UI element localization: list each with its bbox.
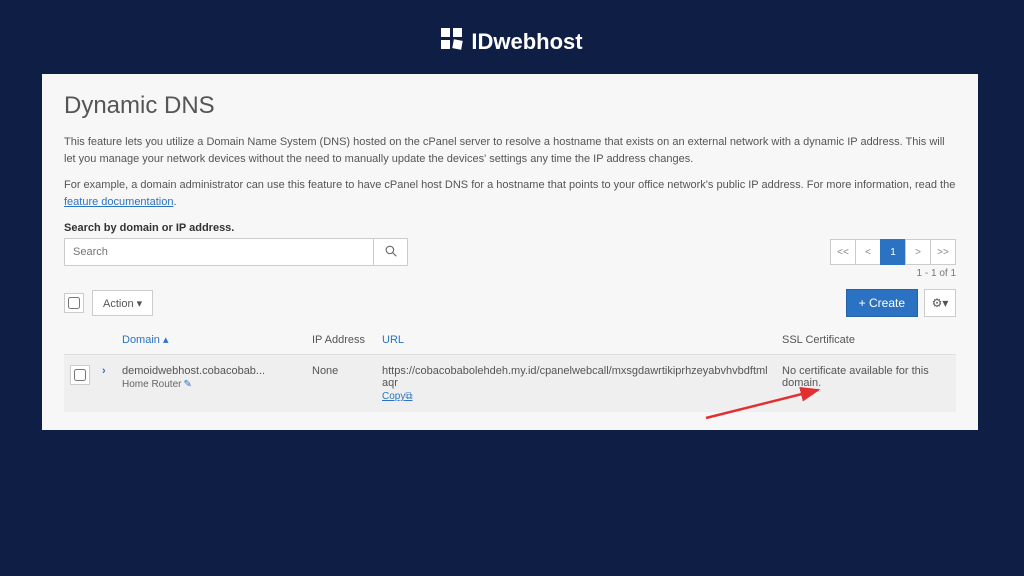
- ssl-column-header: SSL Certificate: [776, 325, 956, 355]
- ip-column-header: IP Address: [306, 325, 376, 355]
- search-input[interactable]: [64, 238, 374, 266]
- url-value: https://cobacobabolehdeh.my.id/cpanelweb…: [382, 365, 770, 389]
- search-button[interactable]: [374, 238, 408, 266]
- dns-table: Domain ▴ IP Address URL SSL Certificate …: [64, 325, 956, 412]
- page-prev-button[interactable]: <: [855, 239, 881, 265]
- domain-name: demoidwebhost.cobacobab...: [122, 365, 300, 377]
- page-first-button[interactable]: <<: [830, 239, 856, 265]
- content-panel: Dynamic DNS This feature lets you utiliz…: [42, 74, 978, 430]
- expand-row-icon[interactable]: ›: [102, 365, 110, 377]
- ip-cell: None: [306, 355, 376, 413]
- page-1-button[interactable]: 1: [880, 239, 906, 265]
- desc2-text-b: .: [173, 196, 176, 208]
- create-button[interactable]: + Create: [846, 289, 918, 317]
- brand-name: IDwebhost: [471, 29, 582, 54]
- edit-icon[interactable]: ✎: [183, 379, 191, 390]
- feature-description-2: For example, a domain administrator can …: [64, 177, 956, 210]
- page-last-button[interactable]: >>: [930, 239, 956, 265]
- copy-label: Copy: [382, 391, 405, 402]
- subdomain-text: Home Router: [122, 379, 181, 390]
- search-label: Search by domain or IP address.: [64, 222, 956, 234]
- action-dropdown-button[interactable]: Action ▾: [92, 290, 153, 316]
- subdomain-label: Home Router✎: [122, 379, 300, 390]
- row-checkbox[interactable]: [70, 365, 90, 385]
- domain-column-header[interactable]: Domain ▴: [122, 334, 168, 346]
- table-row: › demoidwebhost.cobacobab... Home Router…: [64, 355, 956, 413]
- search-group: [64, 238, 408, 266]
- copy-url-link[interactable]: Copy⧉: [382, 391, 413, 402]
- brand-logo-icon: [441, 28, 463, 56]
- url-column-header: URL: [382, 334, 404, 346]
- page-title: Dynamic DNS: [64, 92, 956, 120]
- pagination: << < 1 > >>: [831, 239, 956, 265]
- copy-icon: ⧉: [405, 391, 412, 402]
- select-all-checkbox[interactable]: [64, 293, 84, 313]
- settings-gear-button[interactable]: ⚙▾: [924, 289, 956, 317]
- brand-header: IDwebhost: [0, 0, 1024, 74]
- feature-description-1: This feature lets you utilize a Domain N…: [64, 134, 956, 167]
- page-next-button[interactable]: >: [905, 239, 931, 265]
- page-count: 1 - 1 of 1: [64, 268, 956, 279]
- search-icon: [385, 246, 397, 260]
- desc2-text-a: For example, a domain administrator can …: [64, 179, 955, 191]
- feature-documentation-link[interactable]: feature documentation: [64, 196, 173, 208]
- ssl-cell: No certificate available for this domain…: [776, 355, 956, 413]
